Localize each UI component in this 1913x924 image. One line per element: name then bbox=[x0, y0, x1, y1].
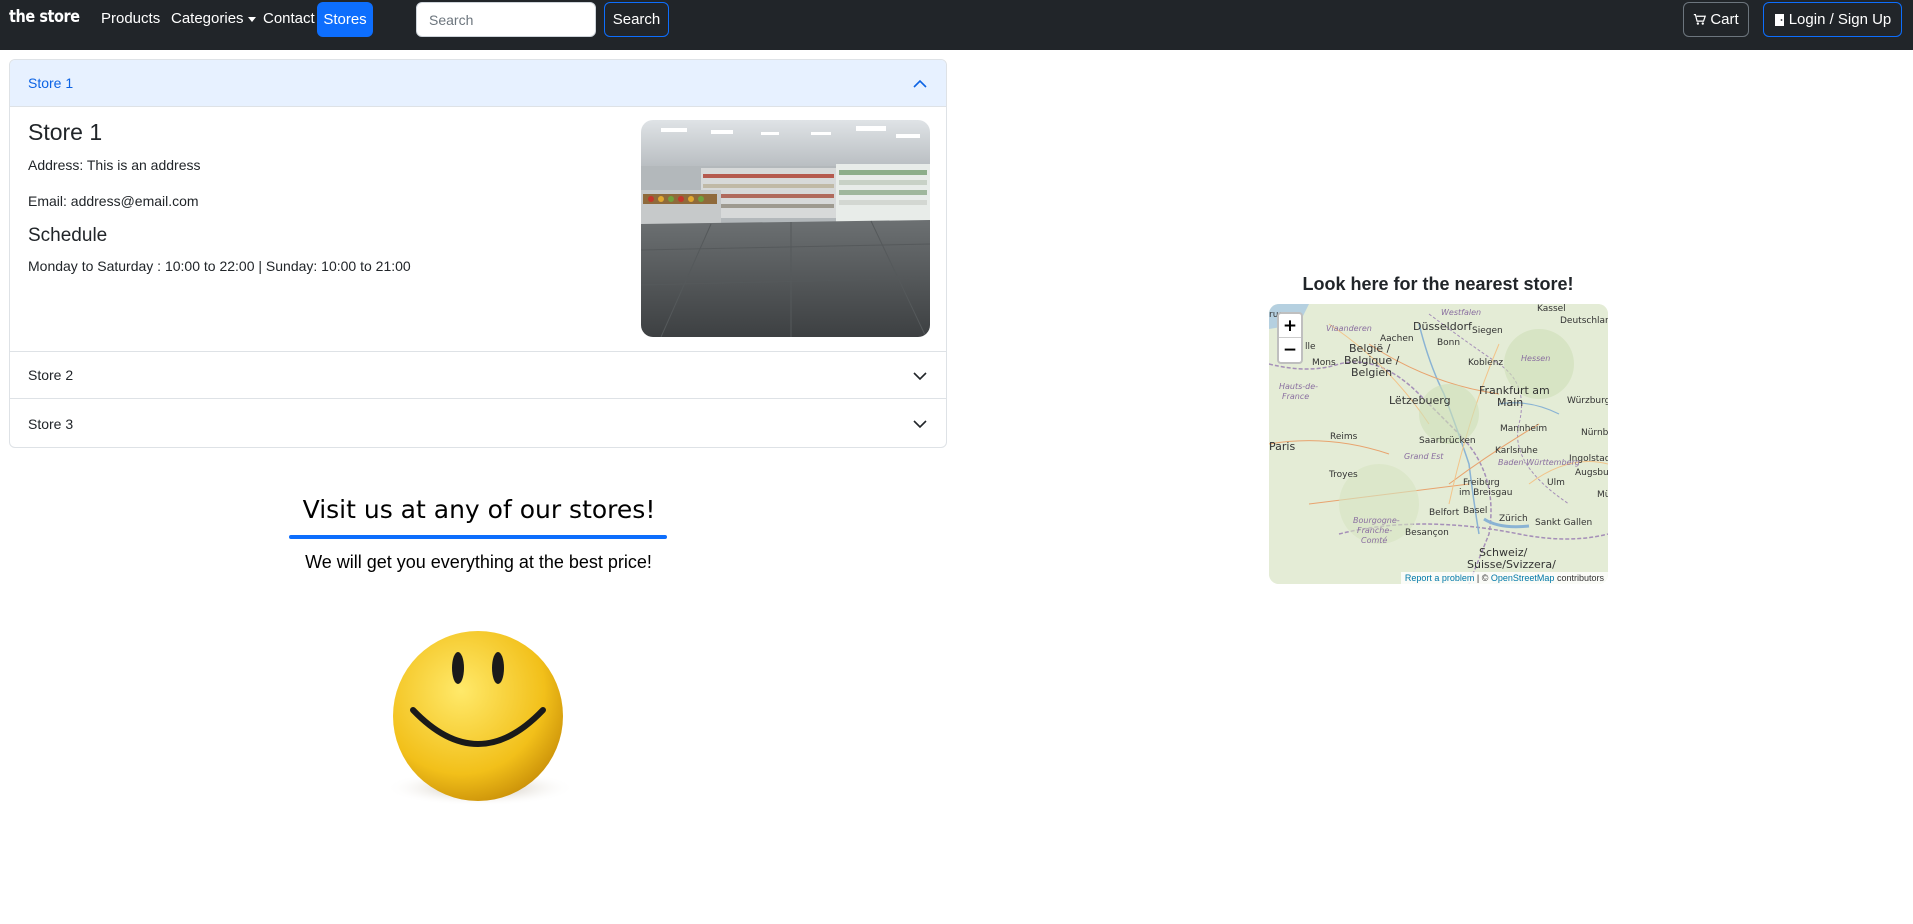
store-map[interactable]: Kassel Deutschland Düsseldorf Siegen rug… bbox=[1269, 304, 1608, 584]
accordion-header-label: Store 3 bbox=[28, 415, 74, 432]
map-label: Franche- bbox=[1357, 526, 1393, 535]
map-label: Bonn bbox=[1437, 338, 1461, 348]
map-label: Mons bbox=[1312, 358, 1336, 368]
attribution-separator: | © bbox=[1476, 573, 1489, 583]
map-label: Hessen bbox=[1521, 354, 1551, 363]
map-label: Würzburg bbox=[1567, 396, 1608, 406]
map-label: Belfort bbox=[1429, 508, 1460, 518]
map-label: lle bbox=[1305, 342, 1316, 352]
map-label: Siegen bbox=[1472, 326, 1503, 336]
map-label: Grand Est bbox=[1404, 452, 1444, 461]
nav-categories-label: Categories bbox=[171, 10, 244, 27]
brand-logo[interactable]: the store bbox=[9, 7, 80, 27]
hero-underline bbox=[289, 535, 667, 539]
nav-stores[interactable]: Stores bbox=[317, 2, 373, 37]
map-label: Sankt Gallen bbox=[1535, 518, 1593, 528]
map-label: Karlsruhe bbox=[1495, 446, 1538, 456]
map-label: Paris bbox=[1269, 440, 1296, 453]
navbar: the store Products Categories Contact St… bbox=[0, 0, 1913, 50]
store-photo bbox=[641, 120, 930, 337]
store-title: Store 1 bbox=[28, 119, 103, 145]
map-label: Saarbrücken bbox=[1419, 436, 1476, 446]
hero-subtitle: We will get you everything at the best p… bbox=[305, 552, 652, 572]
chevron-down-icon bbox=[913, 372, 927, 381]
map-label: im Breisgau bbox=[1459, 488, 1513, 498]
map-label: Koblenz bbox=[1468, 358, 1504, 368]
map-label: Ulm bbox=[1547, 478, 1565, 488]
map-label: Suisse/Svizzera/ bbox=[1467, 558, 1556, 571]
search-button[interactable]: Search bbox=[604, 2, 669, 37]
attribution-contributors: contributors bbox=[1556, 573, 1604, 583]
map-label: Main bbox=[1497, 396, 1524, 409]
nav-contact[interactable]: Contact bbox=[263, 10, 315, 27]
store-address: Address: This is an address bbox=[28, 157, 201, 173]
zoom-out-button[interactable]: − bbox=[1279, 338, 1301, 362]
map-title: Look here for the nearest store! bbox=[1302, 274, 1574, 294]
caret-down-icon bbox=[247, 16, 256, 22]
cart-icon bbox=[1694, 14, 1707, 25]
map-label: Vlaanderen bbox=[1326, 324, 1372, 333]
map-label: Freiburg bbox=[1463, 478, 1500, 488]
chevron-down-icon bbox=[913, 420, 927, 429]
schedule-title: Schedule bbox=[28, 225, 108, 246]
login-signup-button[interactable]: Login / Sign Up bbox=[1763, 2, 1902, 37]
smiley-image bbox=[380, 628, 580, 806]
login-label: Login / Sign Up bbox=[1788, 11, 1892, 28]
map-label: Mannheim bbox=[1500, 424, 1548, 434]
nav-products[interactable]: Products bbox=[101, 10, 160, 27]
map-label: Comté bbox=[1361, 536, 1388, 545]
map-label: Reims bbox=[1330, 432, 1358, 442]
accordion-header-store-1[interactable]: Store 1 bbox=[10, 60, 946, 107]
cart-button[interactable]: Cart bbox=[1683, 2, 1749, 37]
chevron-up-icon bbox=[913, 79, 927, 88]
map-label: Zürich bbox=[1499, 514, 1528, 524]
map-label: Düsseldorf bbox=[1413, 320, 1472, 333]
map-label: Bourgogne- bbox=[1353, 516, 1400, 525]
stores-accordion: Store 1 Store 1 Address: This is an addr… bbox=[9, 59, 947, 448]
map-zoom-control: + − bbox=[1277, 312, 1303, 364]
store-email: Email: address@email.com bbox=[28, 193, 199, 209]
store-schedule: Monday to Saturday : 10:00 to 22:00 | Su… bbox=[28, 258, 411, 274]
map-label: Westfalen bbox=[1441, 308, 1482, 317]
map-label: Nürnbe bbox=[1581, 428, 1608, 438]
map-label: Troyes bbox=[1329, 470, 1358, 480]
map-label: Belgien bbox=[1351, 366, 1393, 379]
accordion-header-store-3[interactable]: Store 3 bbox=[10, 400, 946, 447]
map-label: Kassel bbox=[1537, 304, 1566, 314]
hero-title: Visit us at any of our stores! bbox=[302, 495, 656, 524]
accordion-header-store-2[interactable]: Store 2 bbox=[10, 352, 946, 399]
search-input[interactable] bbox=[416, 2, 596, 37]
map-label: Augsburg bbox=[1575, 468, 1608, 478]
report-problem-link[interactable]: Report a problem bbox=[1405, 573, 1475, 583]
map-label: Basel bbox=[1463, 506, 1488, 516]
nav-categories-dropdown[interactable]: Categories bbox=[171, 10, 256, 27]
map-label: Besançon bbox=[1405, 528, 1449, 538]
map-label: Deutschland bbox=[1560, 316, 1608, 326]
accordion-header-label: Store 1 bbox=[28, 75, 74, 91]
accordion-body-store-1: Store 1 Address: This is an address Emai… bbox=[10, 107, 946, 352]
map-label: Baden-Württemberg bbox=[1498, 458, 1580, 467]
map-label: France bbox=[1282, 392, 1310, 401]
map-label: Mü bbox=[1597, 490, 1608, 500]
openstreetmap-link[interactable]: OpenStreetMap bbox=[1491, 573, 1555, 583]
zoom-in-button[interactable]: + bbox=[1279, 314, 1301, 338]
map-label: Lëtzebuerg bbox=[1389, 394, 1451, 407]
map-attribution: Report a problem | © OpenStreetMap contr… bbox=[1400, 572, 1608, 584]
accordion-header-label: Store 2 bbox=[28, 367, 74, 383]
door-icon bbox=[1774, 13, 1784, 26]
map-label: Hauts-de- bbox=[1279, 382, 1319, 391]
cart-label: Cart bbox=[1710, 11, 1739, 28]
